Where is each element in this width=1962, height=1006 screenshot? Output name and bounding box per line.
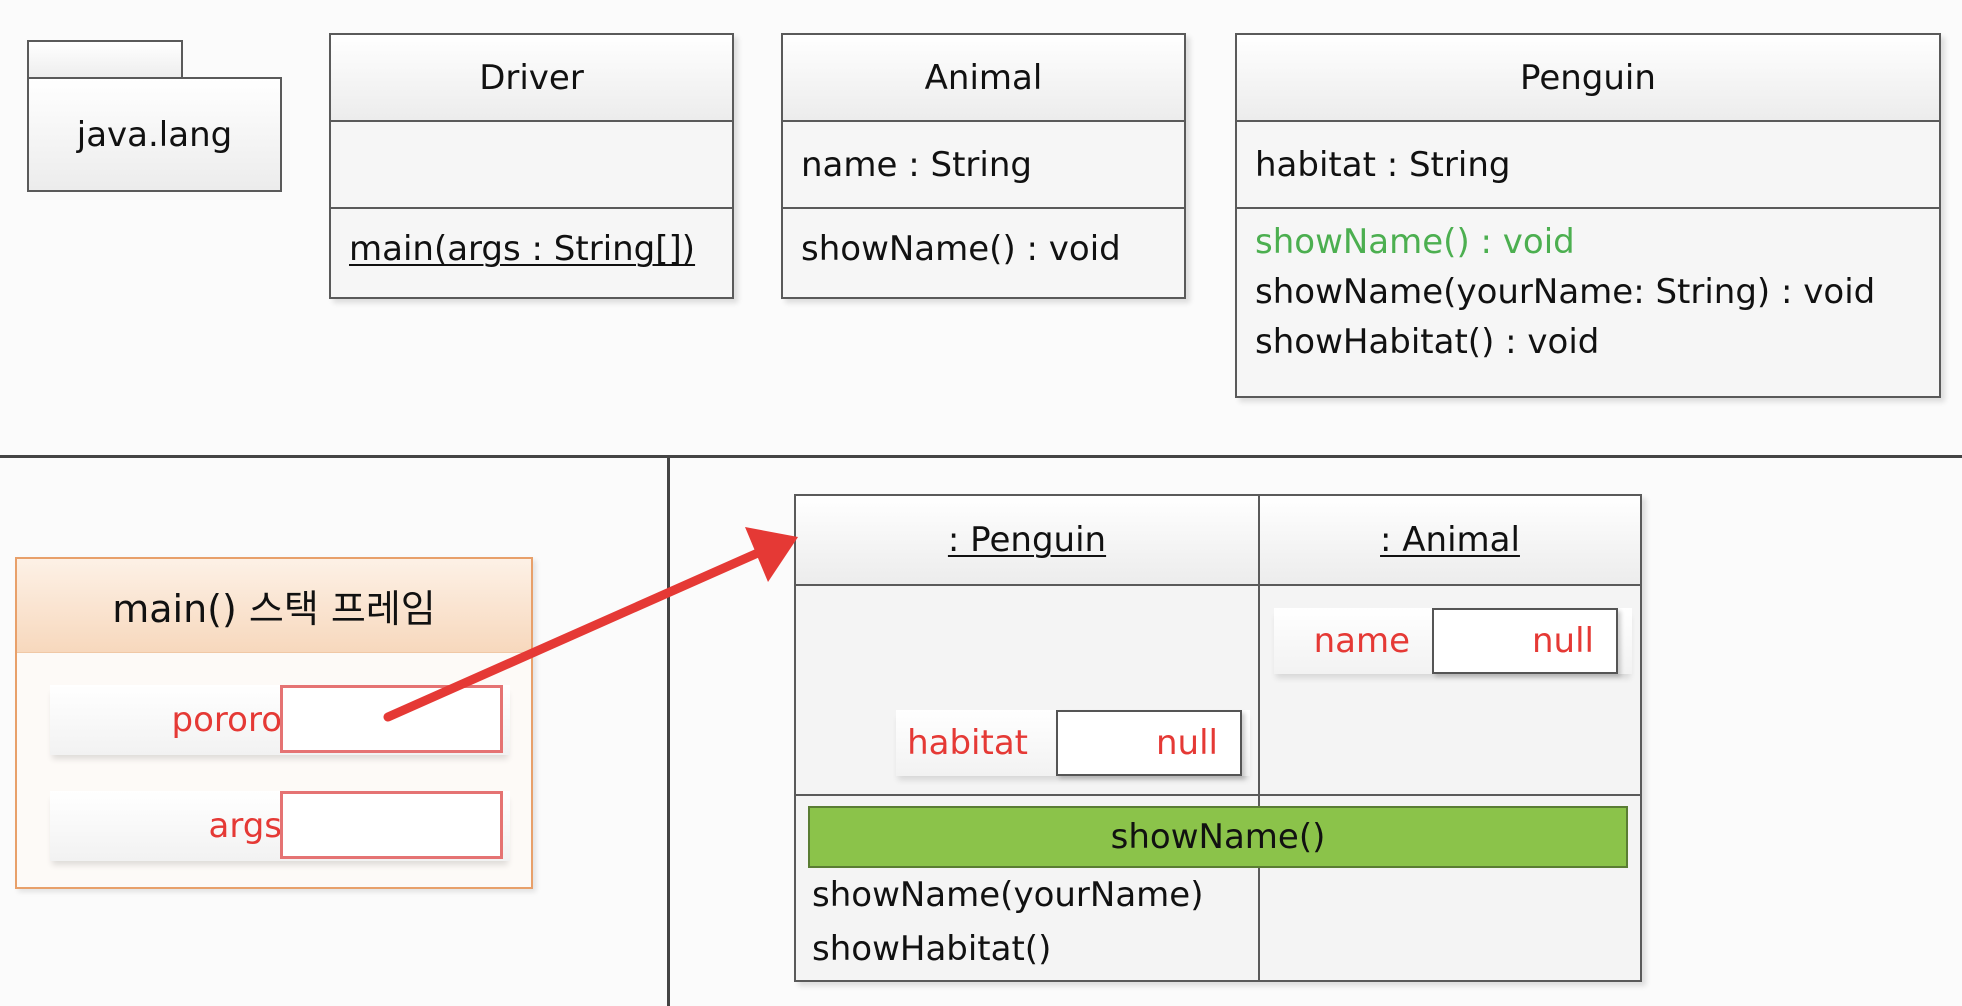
reference-arrow-line (383, 547, 765, 722)
reference-arrow (383, 527, 798, 722)
